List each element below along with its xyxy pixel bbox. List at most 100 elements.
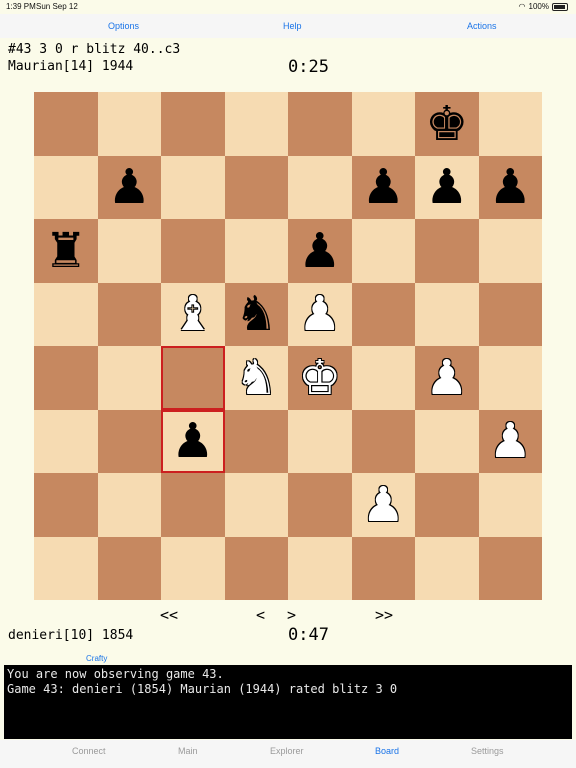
black-king-icon[interactable]: ♚	[425, 100, 468, 148]
status-time: 1:39 PM	[6, 2, 36, 11]
square-h4[interactable]	[478, 346, 542, 410]
square-b3[interactable]	[97, 409, 161, 473]
white-pawn-icon[interactable]: ♟	[362, 481, 405, 529]
square-a6[interactable]: ♜	[34, 219, 98, 283]
square-h1[interactable]	[478, 536, 542, 600]
square-e2[interactable]	[288, 473, 352, 537]
status-date: Sun Sep 12	[36, 2, 78, 11]
square-h5[interactable]	[478, 282, 542, 346]
tab-connect[interactable]: Connect	[72, 746, 106, 756]
square-h6[interactable]	[478, 219, 542, 283]
square-b2[interactable]	[97, 473, 161, 537]
square-c2[interactable]	[161, 473, 225, 537]
white-pawn-icon[interactable]: ♟	[489, 417, 532, 465]
square-e6[interactable]: ♟	[288, 219, 352, 283]
last-move-button[interactable]: >>	[375, 606, 393, 624]
black-pawn-icon[interactable]: ♟	[425, 163, 468, 211]
square-a3[interactable]	[34, 409, 98, 473]
square-a4[interactable]	[34, 346, 98, 410]
black-pawn-icon[interactable]: ♟	[171, 417, 214, 465]
square-g7[interactable]: ♟	[415, 155, 479, 219]
white-pawn-icon[interactable]: ♟	[298, 290, 341, 338]
square-f1[interactable]	[351, 536, 415, 600]
square-b8[interactable]	[97, 92, 161, 156]
square-c7[interactable]	[161, 155, 225, 219]
engine-button[interactable]: Crafty	[86, 654, 107, 663]
square-f8[interactable]	[351, 92, 415, 156]
square-b5[interactable]	[97, 282, 161, 346]
square-c3[interactable]: ♟	[161, 409, 225, 473]
square-d7[interactable]	[224, 155, 288, 219]
square-g8[interactable]: ♚	[415, 92, 479, 156]
square-g6[interactable]	[415, 219, 479, 283]
square-e8[interactable]	[288, 92, 352, 156]
square-g5[interactable]	[415, 282, 479, 346]
square-f7[interactable]: ♟	[351, 155, 415, 219]
square-e7[interactable]	[288, 155, 352, 219]
square-c5[interactable]: ♝	[161, 282, 225, 346]
square-a2[interactable]	[34, 473, 98, 537]
white-knight-icon[interactable]: ♞	[235, 354, 278, 402]
square-b7[interactable]: ♟	[97, 155, 161, 219]
black-knight-icon[interactable]: ♞	[235, 290, 278, 338]
tab-main[interactable]: Main	[178, 746, 198, 756]
square-d1[interactable]	[224, 536, 288, 600]
square-h7[interactable]: ♟	[478, 155, 542, 219]
actions-button[interactable]: Actions	[467, 21, 497, 31]
black-rook-icon[interactable]: ♜	[44, 227, 87, 275]
first-move-button[interactable]: <<	[160, 606, 178, 624]
bottom-player-clock: 0:47	[288, 625, 329, 645]
square-f2[interactable]: ♟	[351, 473, 415, 537]
chess-board[interactable]: ♚ ♟ ♟ ♟ ♟ ♜ ♟ ♝ ♞ ♟ ♞ ♚ ♟ ♟ ♟ ♟	[34, 92, 542, 600]
square-h3[interactable]: ♟	[478, 409, 542, 473]
white-king-icon[interactable]: ♚	[298, 354, 341, 402]
black-pawn-icon[interactable]: ♟	[489, 163, 532, 211]
square-h8[interactable]	[478, 92, 542, 156]
square-a8[interactable]	[34, 92, 98, 156]
square-g1[interactable]	[415, 536, 479, 600]
square-f5[interactable]	[351, 282, 415, 346]
square-a1[interactable]	[34, 536, 98, 600]
square-f4[interactable]	[351, 346, 415, 410]
square-g3[interactable]	[415, 409, 479, 473]
status-bar: 1:39 PM Sun Sep 12 ◠ 100%	[0, 0, 576, 14]
square-b6[interactable]	[97, 219, 161, 283]
square-b1[interactable]	[97, 536, 161, 600]
tab-explorer[interactable]: Explorer	[270, 746, 304, 756]
square-h2[interactable]	[478, 473, 542, 537]
square-c8[interactable]	[161, 92, 225, 156]
square-d4[interactable]: ♞	[224, 346, 288, 410]
white-bishop-icon[interactable]: ♝	[171, 290, 214, 338]
square-e4[interactable]: ♚	[288, 346, 352, 410]
square-c1[interactable]	[161, 536, 225, 600]
square-f6[interactable]	[351, 219, 415, 283]
top-player-clock: 0:25	[288, 57, 329, 77]
square-d3[interactable]	[224, 409, 288, 473]
options-button[interactable]: Options	[108, 21, 139, 31]
square-a7[interactable]	[34, 155, 98, 219]
bottom-player-info: denieri[10] 1854	[8, 628, 134, 643]
black-pawn-icon[interactable]: ♟	[362, 163, 405, 211]
square-e5[interactable]: ♟	[288, 282, 352, 346]
next-move-button[interactable]: >	[287, 606, 296, 624]
square-a5[interactable]	[34, 282, 98, 346]
square-d5[interactable]: ♞	[224, 282, 288, 346]
square-c6[interactable]	[161, 219, 225, 283]
white-pawn-icon[interactable]: ♟	[425, 354, 468, 402]
previous-move-button[interactable]: <	[256, 606, 265, 624]
black-pawn-icon[interactable]: ♟	[298, 227, 341, 275]
square-c4[interactable]	[161, 346, 225, 410]
square-d2[interactable]	[224, 473, 288, 537]
square-e1[interactable]	[288, 536, 352, 600]
square-g2[interactable]	[415, 473, 479, 537]
square-g4[interactable]: ♟	[415, 346, 479, 410]
tab-settings[interactable]: Settings	[471, 746, 504, 756]
help-button[interactable]: Help	[283, 21, 302, 31]
square-f3[interactable]	[351, 409, 415, 473]
black-pawn-icon[interactable]: ♟	[108, 163, 151, 211]
square-e3[interactable]	[288, 409, 352, 473]
square-b4[interactable]	[97, 346, 161, 410]
square-d8[interactable]	[224, 92, 288, 156]
square-d6[interactable]	[224, 219, 288, 283]
tab-board[interactable]: Board	[375, 746, 399, 756]
